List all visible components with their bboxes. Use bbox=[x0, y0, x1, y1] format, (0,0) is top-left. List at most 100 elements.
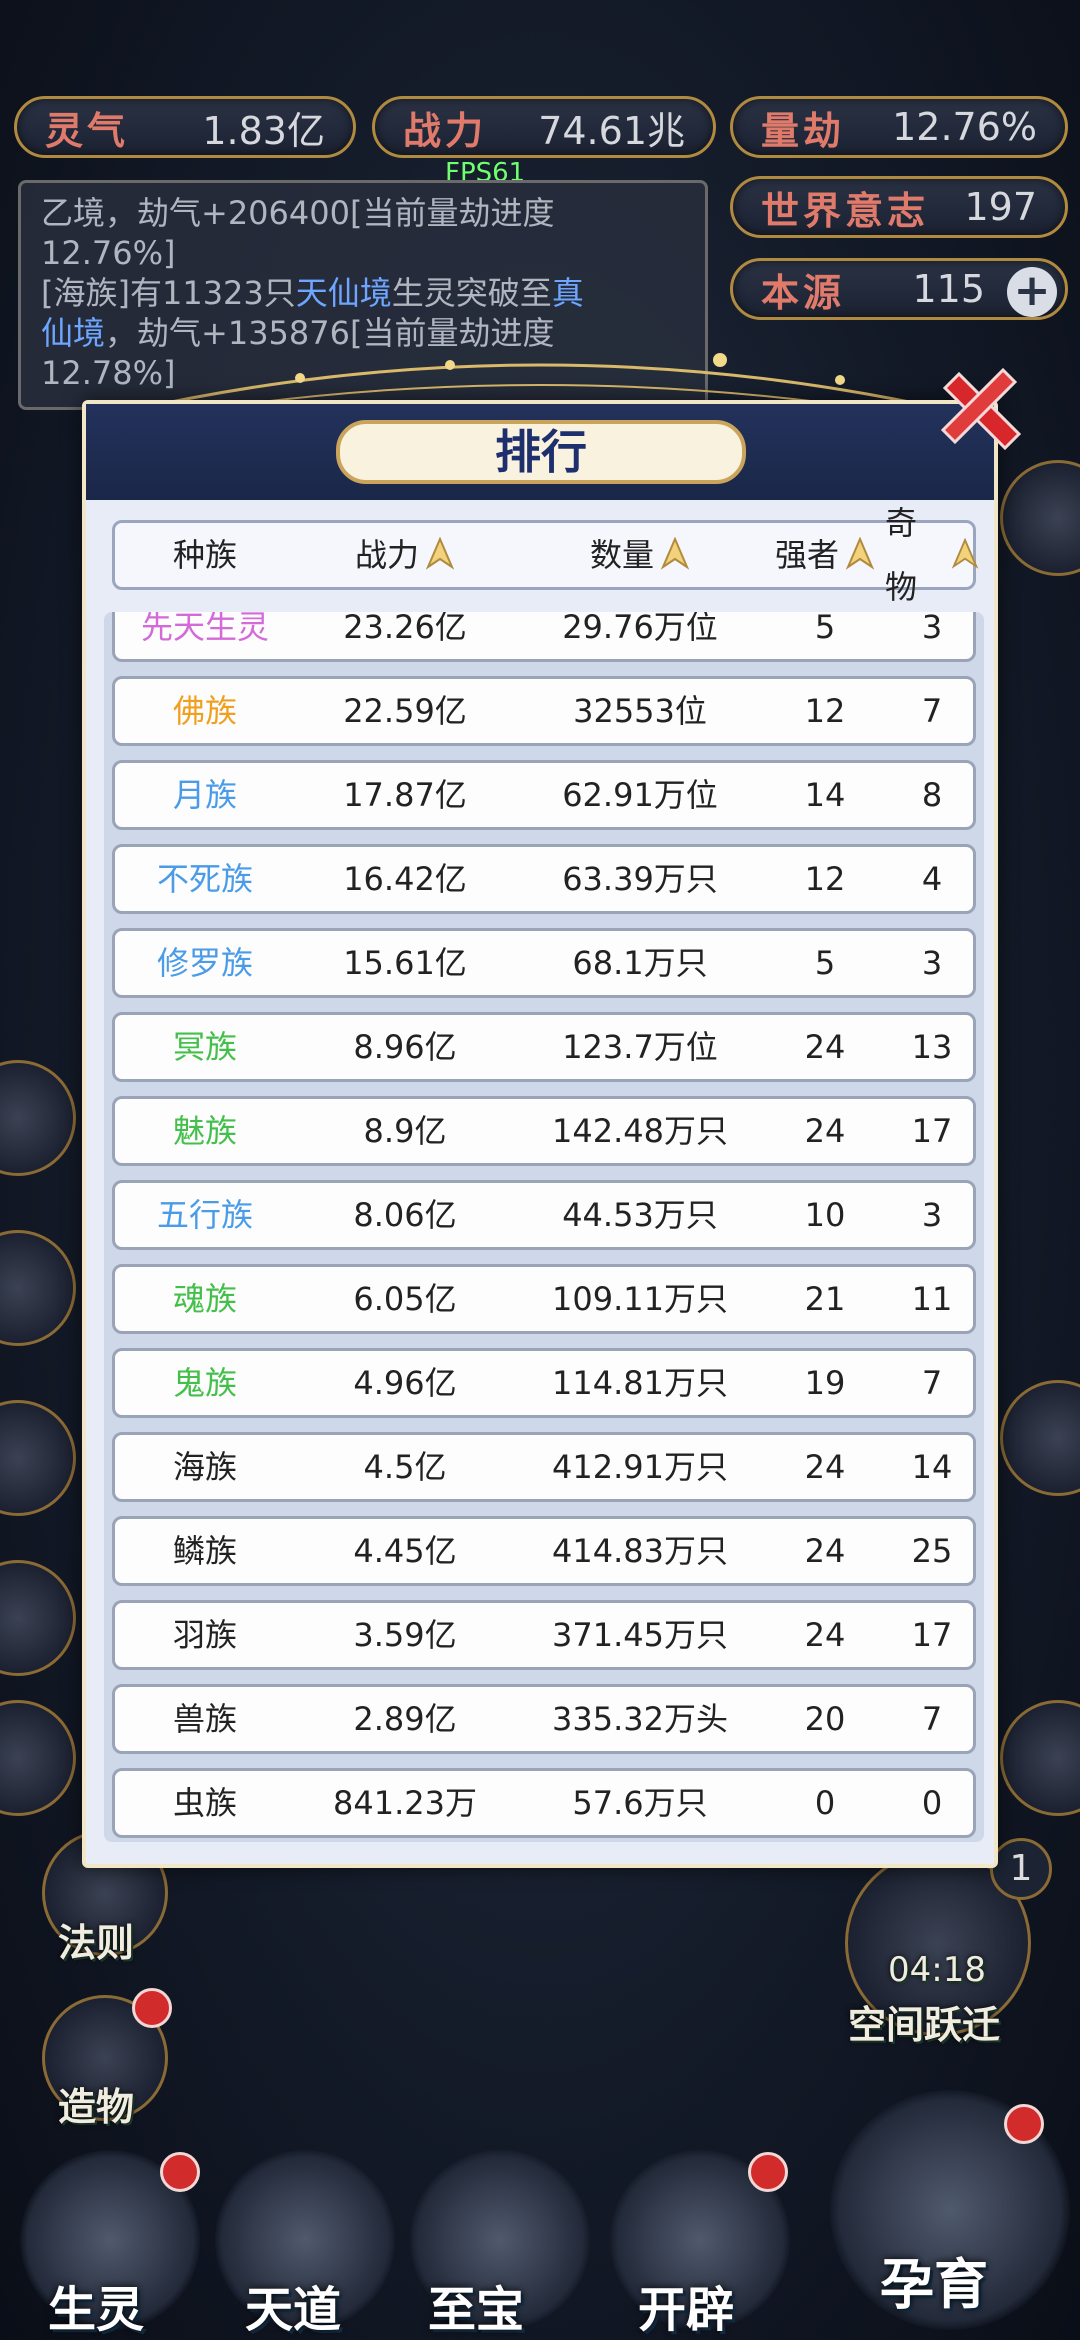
race-power: 8.06亿 bbox=[353, 1196, 457, 1234]
race-power: 8.9亿 bbox=[363, 1112, 447, 1150]
header-strong[interactable]: 强者 bbox=[765, 523, 885, 587]
race-items: 3 bbox=[921, 612, 943, 646]
race-items: 4 bbox=[921, 860, 943, 898]
ranking-row[interactable]: 魅族 8.9亿 142.48万只 24 17 bbox=[112, 1096, 976, 1166]
ranking-row[interactable]: 不死族 16.42亿 63.39万只 12 4 bbox=[112, 844, 976, 914]
race-name: 不死族 bbox=[156, 860, 253, 898]
shijie-label: 世界意志 bbox=[761, 188, 930, 233]
race-name: 先天生灵 bbox=[140, 612, 269, 646]
fazhe-label: 法则 bbox=[58, 1921, 135, 1965]
header-count[interactable]: 数量 bbox=[515, 523, 765, 587]
race-strong: 19 bbox=[804, 1364, 846, 1402]
race-power: 4.45亿 bbox=[353, 1532, 457, 1570]
race-items: 17 bbox=[911, 1112, 953, 1150]
race-name: 魅族 bbox=[172, 1112, 237, 1150]
ranking-row[interactable]: 佛族 22.59亿 32553位 12 7 bbox=[112, 676, 976, 746]
race-power: 8.96亿 bbox=[353, 1028, 457, 1066]
header-power[interactable]: 战力 bbox=[295, 523, 515, 587]
zhibao-label[interactable]: 至宝 bbox=[428, 2270, 524, 2340]
liangjie-value: 12.76% bbox=[892, 105, 1037, 149]
benyuan-value: 115 bbox=[912, 267, 985, 311]
race-items: 25 bbox=[911, 1532, 953, 1570]
race-count: 44.53万只 bbox=[562, 1196, 718, 1234]
side-icon-right-3[interactable] bbox=[1000, 1700, 1080, 1816]
ranking-row[interactable]: 先天生灵 23.26亿 29.76万位 5 3 bbox=[112, 612, 976, 662]
kongjian-badge: 1 bbox=[990, 1838, 1052, 1900]
race-count: 371.45万只 bbox=[552, 1616, 728, 1654]
race-power: 841.23万 bbox=[333, 1784, 477, 1822]
shengling-notification-dot bbox=[160, 2152, 200, 2192]
ranking-row[interactable]: 鳞族 4.45亿 414.83万只 24 25 bbox=[112, 1516, 976, 1586]
zhanli-stat: 战力 74.61兆 bbox=[372, 96, 716, 158]
race-strong: 24 bbox=[804, 1616, 846, 1654]
add-benyuan-button[interactable]: + bbox=[1007, 267, 1057, 317]
side-icon-left-2[interactable] bbox=[0, 1230, 76, 1346]
table-header: 种族 战力 数量 强者 奇物 bbox=[112, 504, 979, 606]
yunyu-notification-dot bbox=[1004, 2104, 1044, 2144]
race-count: 29.76万位 bbox=[562, 612, 718, 646]
side-icon-left-3[interactable] bbox=[0, 1400, 76, 1516]
side-icon-left-4[interactable] bbox=[0, 1560, 76, 1676]
race-items: 3 bbox=[921, 1196, 943, 1234]
race-items: 7 bbox=[921, 692, 943, 730]
side-icon-left-1[interactable] bbox=[0, 1060, 76, 1176]
header-items[interactable]: 奇物 bbox=[885, 504, 979, 606]
lingqi-value: 1.83亿 bbox=[202, 108, 325, 153]
race-items: 0 bbox=[921, 1784, 943, 1822]
header-race: 种族 bbox=[172, 536, 237, 574]
yunyu-label[interactable]: 孕育 bbox=[880, 2240, 988, 2319]
ranking-list[interactable]: 先天生灵 23.26亿 29.76万位 5 3 佛族 22.59亿 32553位 12 7 月族 17… bbox=[104, 612, 984, 1842]
ranking-row[interactable]: 修罗族 15.61亿 68.1万只 5 3 bbox=[112, 928, 976, 998]
race-name: 修罗族 bbox=[156, 944, 253, 982]
race-power: 16.42亿 bbox=[343, 860, 467, 898]
kaipi-label[interactable]: 开辟 bbox=[638, 2270, 734, 2340]
liangjie-label: 量劫 bbox=[761, 108, 846, 153]
benyuan-label: 本源 bbox=[761, 270, 846, 315]
benyuan-stat: 本源 115 + bbox=[730, 258, 1068, 320]
race-items: 11 bbox=[911, 1280, 953, 1318]
side-icon-left-5[interactable] bbox=[0, 1700, 76, 1816]
race-name: 冥族 bbox=[172, 1028, 237, 1066]
ranking-row[interactable]: 魂族 6.05亿 109.11万只 21 11 bbox=[112, 1264, 976, 1334]
sort-arrow-icon bbox=[660, 537, 690, 570]
race-count: 414.83万只 bbox=[552, 1532, 728, 1570]
race-name: 魂族 bbox=[172, 1280, 237, 1318]
ranking-row[interactable]: 鬼族 4.96亿 114.81万只 19 7 bbox=[112, 1348, 976, 1418]
close-icon[interactable] bbox=[935, 368, 1025, 458]
ranking-row[interactable]: 兽族 2.89亿 335.32万头 20 7 bbox=[112, 1684, 976, 1754]
race-items: 8 bbox=[921, 776, 943, 814]
race-strong: 24 bbox=[804, 1448, 846, 1486]
race-strong: 20 bbox=[804, 1700, 846, 1738]
race-power: 6.05亿 bbox=[353, 1280, 457, 1318]
sort-arrow-icon bbox=[951, 537, 979, 569]
race-count: 68.1万只 bbox=[572, 944, 708, 982]
race-power: 15.61亿 bbox=[343, 944, 467, 982]
race-strong: 0 bbox=[814, 1784, 836, 1822]
kongjian-timer: 04:18 bbox=[888, 1950, 986, 1990]
race-power: 3.59亿 bbox=[353, 1616, 457, 1654]
race-name: 兽族 bbox=[172, 1700, 237, 1738]
race-name: 鬼族 bbox=[172, 1364, 237, 1402]
ranking-row[interactable]: 羽族 3.59亿 371.45万只 24 17 bbox=[112, 1600, 976, 1670]
ranking-row[interactable]: 海族 4.5亿 412.91万只 24 14 bbox=[112, 1432, 976, 1502]
side-icon-right-1[interactable] bbox=[1000, 460, 1080, 576]
race-name: 鳞族 bbox=[172, 1532, 237, 1570]
zhanli-value: 74.61兆 bbox=[538, 108, 685, 153]
race-count: 123.7万位 bbox=[562, 1028, 718, 1066]
ranking-row[interactable]: 月族 17.87亿 62.91万位 14 8 bbox=[112, 760, 976, 830]
race-items: 13 bbox=[911, 1028, 953, 1066]
shengling-label[interactable]: 生灵 bbox=[48, 2270, 144, 2340]
race-strong: 12 bbox=[804, 860, 846, 898]
race-strong: 14 bbox=[804, 776, 846, 814]
kaipi-notification-dot bbox=[748, 2152, 788, 2192]
ranking-row[interactable]: 五行族 8.06亿 44.53万只 10 3 bbox=[112, 1180, 976, 1250]
race-power: 17.87亿 bbox=[343, 776, 467, 814]
lingqi-stat: 灵气 1.83亿 bbox=[14, 96, 356, 158]
race-count: 63.39万只 bbox=[562, 860, 718, 898]
ranking-row[interactable]: 冥族 8.96亿 123.7万位 24 13 bbox=[112, 1012, 976, 1082]
ranking-row[interactable]: 虫族 841.23万 57.6万只 0 0 bbox=[112, 1768, 976, 1838]
shijie-stat: 世界意志 197 bbox=[730, 176, 1068, 238]
side-icon-right-2[interactable] bbox=[1000, 1380, 1080, 1496]
tiandao-label[interactable]: 天道 bbox=[245, 2270, 341, 2340]
zaowu-notification-dot bbox=[132, 1988, 172, 2028]
